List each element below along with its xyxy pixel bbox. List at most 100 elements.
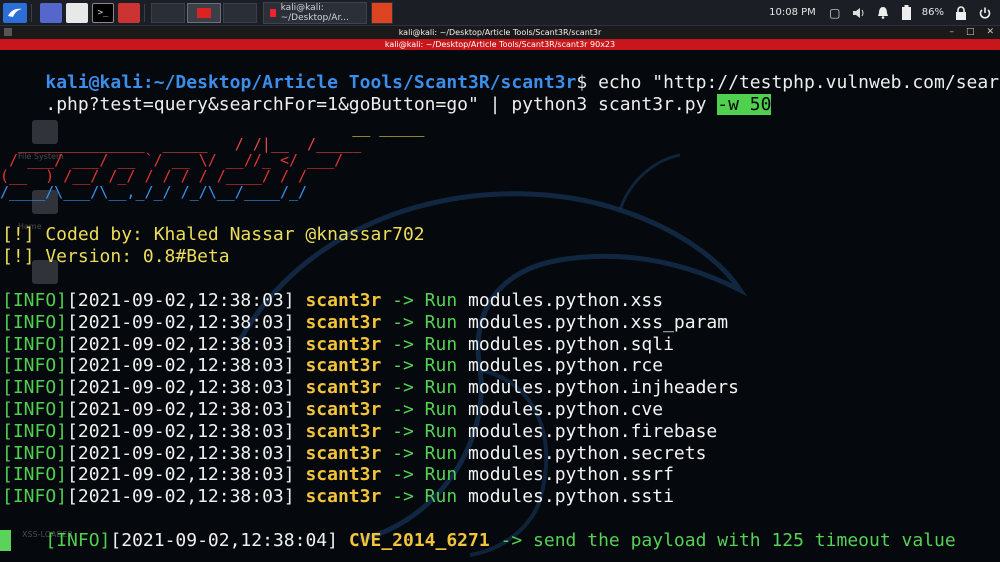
taskbar-terminal-task[interactable]: kali@kali: ~/Desktop/Ar... (263, 1, 367, 24)
window-controls: – □ ✕ (949, 27, 994, 37)
log-level: [INFO] (2, 311, 68, 333)
log-line: [INFO][2021-09-02,12:38:03] scant3r -> R… (2, 464, 674, 486)
module-name: modules.python.injheaders (457, 377, 739, 399)
module-name: modules.python.cve (457, 399, 664, 420)
cve-id: CVE_2014_6271 (348, 529, 490, 551)
log-line-cve: [INFO][2021-09-02,12:38:04] CVE_2014_627… (2, 508, 956, 562)
tool-name: scant3r (305, 355, 382, 377)
log-timestamp: [2021-09-02,12:38:04] (110, 529, 338, 551)
minimize-icon[interactable]: – (949, 27, 954, 37)
log-level: [INFO] (2, 290, 68, 311)
show-desktop-icon[interactable] (40, 2, 62, 23)
log-line: [INFO][2021-09-02,12:38:03] scant3r -> R… (2, 377, 739, 399)
window-icon[interactable]: ▢ (826, 4, 844, 22)
run-label: Run (424, 399, 458, 420)
module-name: modules.python.ssrf (457, 464, 674, 486)
log-arrow: -> (381, 290, 425, 311)
log-timestamp: [2021-09-02,12:38:03] (67, 377, 295, 399)
log-level: [INFO] (2, 355, 68, 377)
log-timestamp: [2021-09-02,12:38:03] (67, 290, 295, 311)
tool-name: scant3r (305, 442, 382, 464)
file-manager-icon[interactable] (66, 2, 88, 23)
log-arrow: -> (381, 377, 425, 399)
window-titlebar[interactable]: kali@kali: ~/Desktop/Article Tools/Scant… (0, 26, 1000, 39)
terminal-tab-title: kali@kali: ~/Desktop/Article Tools/Scant… (384, 40, 616, 49)
tool-name: scant3r (305, 290, 382, 311)
screen-recorder-icon[interactable] (118, 2, 140, 23)
run-label: Run (424, 311, 458, 333)
clock[interactable]: 10:08 PM (769, 7, 816, 18)
taskbar-second-task[interactable] (371, 1, 393, 24)
log-arrow: -> (381, 442, 425, 464)
tool-name: scant3r (305, 311, 382, 333)
terminal-task-icon (270, 8, 276, 17)
workspace-2[interactable] (187, 2, 221, 23)
coded-by-line: [!] Coded by: Khaled Nassar @knassar702 (2, 224, 425, 245)
maximize-icon[interactable]: □ (966, 27, 975, 37)
kali-dragon-icon (8, 8, 22, 17)
log-level: [INFO] (2, 420, 68, 442)
log-timestamp: [2021-09-02,12:38:03] (67, 420, 295, 442)
terminal-cursor (0, 530, 11, 551)
log-arrow: -> (381, 464, 425, 486)
module-name: modules.python.ssti (457, 486, 674, 508)
module-name: modules.python.xss_param (457, 311, 729, 333)
run-label: Run (424, 464, 458, 486)
log-line: [INFO][2021-09-02,12:38:03] scant3r -> R… (2, 486, 674, 508)
version-line: [!] Version: 0.8#Beta (2, 246, 230, 267)
kali-menu-button[interactable] (3, 2, 27, 23)
module-name: modules.python.rce (457, 355, 664, 377)
volume-icon[interactable] (850, 4, 868, 22)
log-timestamp: [2021-09-02,12:38:03] (67, 442, 295, 464)
run-label: Run (424, 290, 458, 311)
ascii-banner: __ _____ ______________ _____ / /|__ /__… (0, 104, 424, 200)
notification-bell-icon[interactable] (874, 4, 892, 22)
log-line: [INFO][2021-09-02,12:38:03] scant3r -> R… (2, 290, 663, 312)
lock-icon[interactable] (952, 4, 970, 22)
command-flag-highlight: -w 50 (717, 93, 772, 115)
run-label: Run (424, 442, 458, 464)
log-level: [INFO] (2, 486, 68, 508)
log-level: [INFO] (2, 442, 68, 464)
close-icon[interactable]: ✕ (986, 27, 994, 37)
log-line: [INFO][2021-09-02,12:38:03] scant3r -> R… (2, 421, 717, 443)
log-timestamp: [2021-09-02,12:38:03] (67, 464, 295, 486)
terminal-launcher-icon[interactable]: >_ (92, 2, 114, 23)
banner-line-5: /____/\___/\__,_/_/ /_/\__/____/_/ (0, 183, 308, 201)
workspace-3[interactable] (223, 2, 257, 23)
log-arrow: -> (381, 355, 425, 377)
log-arrow: -> (381, 333, 425, 355)
log-level: [INFO] (2, 399, 68, 420)
terminal-area[interactable]: File System Home XSS-LOADER kali@kali:~/… (0, 50, 1000, 562)
tool-name: scant3r (305, 399, 382, 420)
log-timestamp: [2021-09-02,12:38:03] (67, 399, 295, 420)
log-arrow: -> (381, 420, 425, 442)
window-menu-icon[interactable] (4, 28, 12, 36)
log-timestamp: [2021-09-02,12:38:03] (67, 355, 295, 377)
log-timestamp: [2021-09-02,12:38:03] (67, 311, 295, 333)
log-line: [INFO][2021-09-02,12:38:03] scant3r -> R… (2, 334, 674, 356)
terminal-tab-bar[interactable]: kali@kali: ~/Desktop/Article Tools/Scant… (0, 39, 1000, 50)
battery-percent: 86% (921, 7, 944, 18)
tool-name: scant3r (305, 486, 382, 508)
terminal-glyph: >_ (97, 7, 109, 18)
log-timestamp: [2021-09-02,12:38:03] (67, 333, 295, 355)
module-name: modules.python.secrets (457, 442, 707, 464)
log-level: [INFO] (2, 464, 68, 486)
log-arrow: -> (381, 311, 425, 333)
tool-name: scant3r (305, 377, 382, 399)
window-title: kali@kali: ~/Desktop/Article Tools/Scant… (398, 28, 602, 37)
module-name: modules.python.firebase (457, 420, 718, 442)
taskbar-separator (144, 3, 145, 22)
workspace-1[interactable] (151, 2, 185, 23)
log-line: [INFO][2021-09-02,12:38:03] scant3r -> R… (2, 399, 663, 421)
tool-name: scant3r (305, 420, 382, 442)
run-label: Run (424, 355, 458, 377)
taskbar-separator (31, 3, 32, 22)
tool-name: scant3r (305, 333, 382, 355)
battery-icon[interactable] (898, 4, 916, 22)
log-line: [INFO][2021-09-02,12:38:03] scant3r -> R… (2, 355, 663, 377)
taskbar: >_ kali@kali: ~/Desktop/Ar... 10:08 PM ▢… (0, 0, 1000, 26)
power-icon[interactable] (976, 4, 994, 22)
cve-message: -> send the payload with 125 timeout val… (489, 529, 956, 551)
